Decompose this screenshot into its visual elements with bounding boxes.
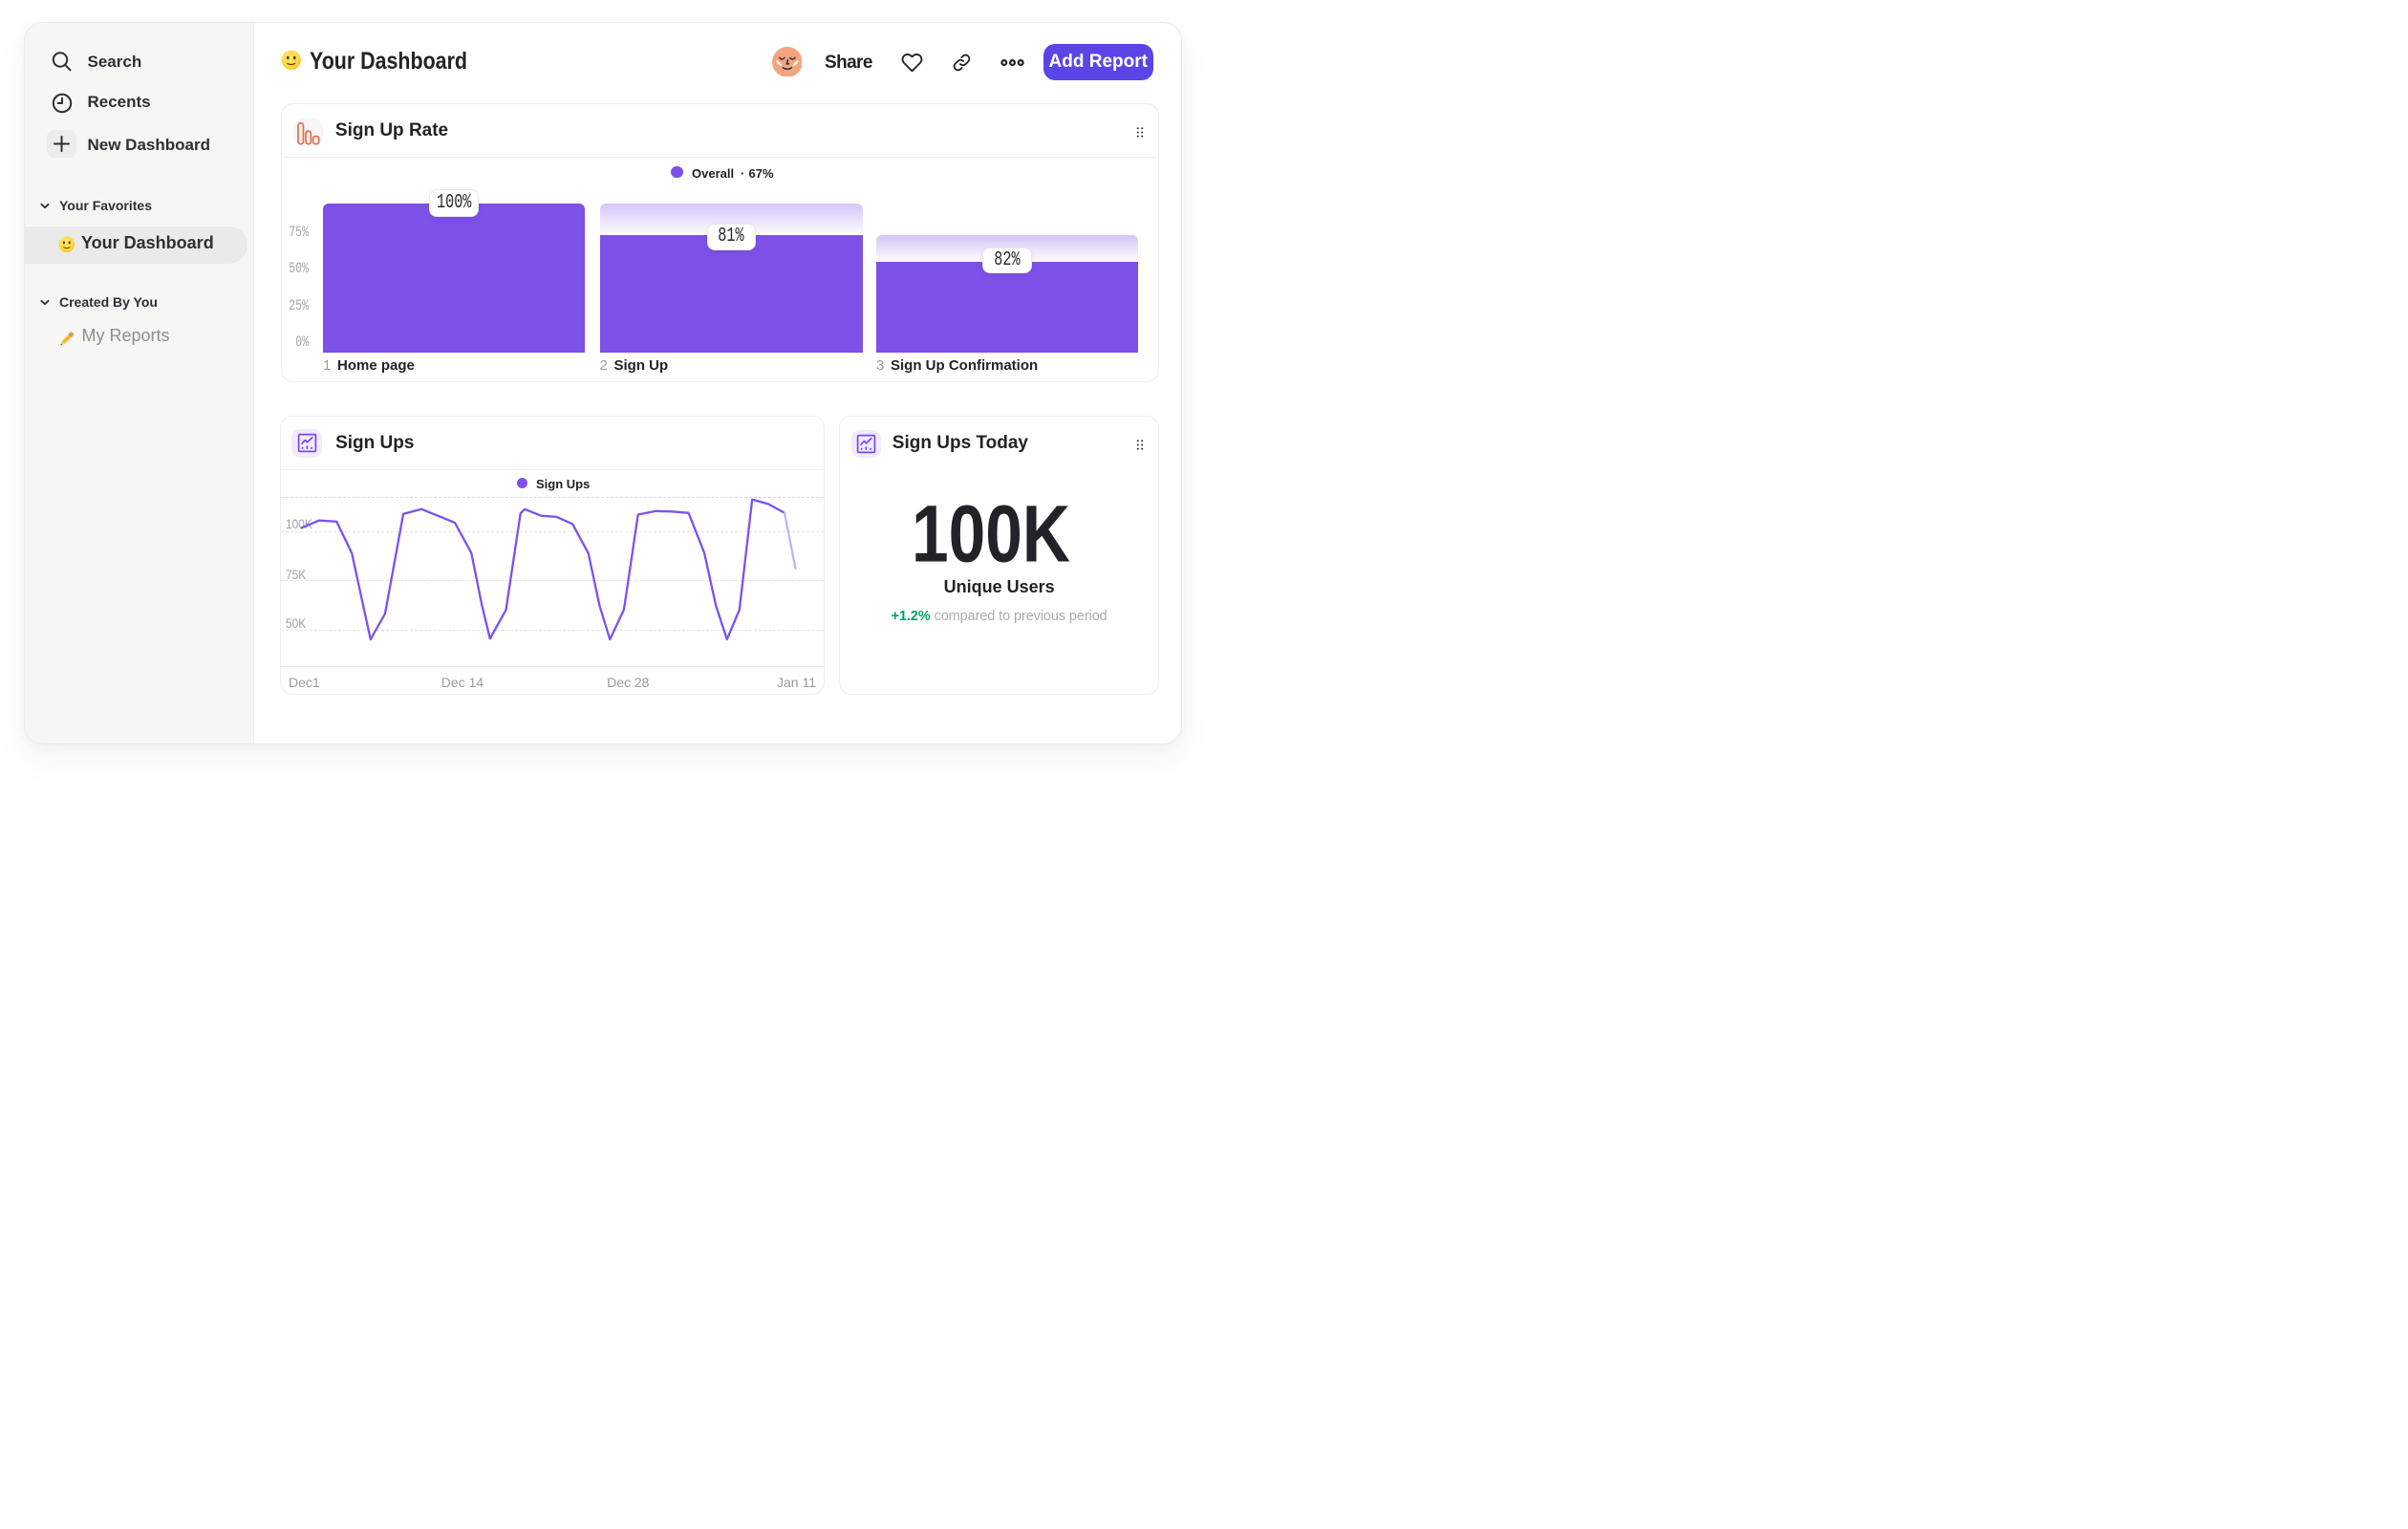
svg-text:100K: 100K (912, 489, 1070, 574)
svg-text:Your Dashboard: Your Dashboard (310, 49, 467, 75)
